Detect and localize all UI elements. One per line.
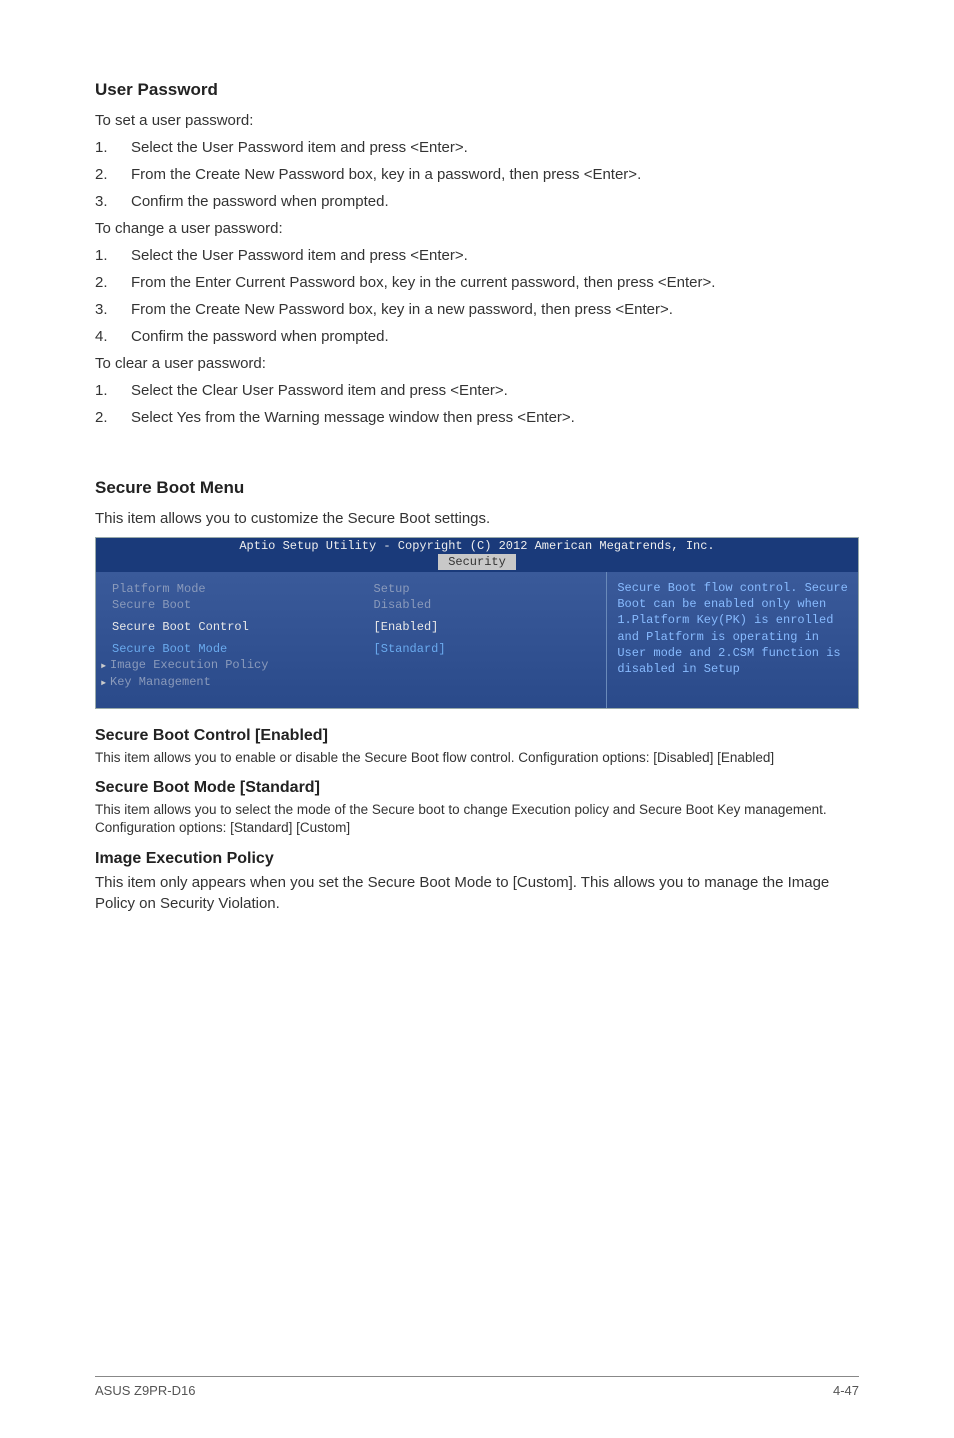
bios-help-pane: Secure Boot flow control. Secure Boot ca…: [606, 572, 858, 708]
submenu-arrow-icon: ▸: [100, 675, 110, 690]
bios-row-secure-boot-mode: Secure Boot Mode [Standard]: [112, 642, 596, 656]
image-execution-policy-desc: This item only appears when you set the …: [95, 872, 859, 914]
list-item: 1.Select the User Password item and pres…: [95, 137, 859, 158]
bios-header: Aptio Setup Utility - Copyright (C) 2012…: [96, 538, 858, 554]
image-execution-policy-heading: Image Execution Policy: [95, 850, 859, 868]
secure-boot-mode-heading: Secure Boot Mode [Standard]: [95, 779, 859, 797]
list-item: 2.From the Create New Password box, key …: [95, 164, 859, 185]
list-item: 1.Select the User Password item and pres…: [95, 245, 859, 266]
list-item: 2.From the Enter Current Password box, k…: [95, 272, 859, 293]
set-password-intro: To set a user password:: [95, 110, 859, 131]
change-password-intro: To change a user password:: [95, 218, 859, 239]
list-item: 2.Select Yes from the Warning message wi…: [95, 407, 859, 428]
list-item: 1.Select the Clear User Password item an…: [95, 380, 859, 401]
list-item: 3.From the Create New Password box, key …: [95, 299, 859, 320]
bios-row-secure-boot: Secure Boot Disabled: [112, 598, 596, 612]
bios-row-key-management: ▸ Key Management: [112, 675, 596, 690]
bios-left-pane: Platform Mode Setup Secure Boot Disabled…: [96, 572, 606, 708]
bios-body: Platform Mode Setup Secure Boot Disabled…: [96, 572, 858, 708]
secure-boot-mode-desc: This item allows you to select the mode …: [95, 801, 859, 837]
bios-screenshot: Aptio Setup Utility - Copyright (C) 2012…: [95, 537, 859, 709]
bios-row-platform-mode: Platform Mode Setup: [112, 582, 596, 596]
user-password-heading: User Password: [95, 80, 859, 100]
bios-tab-row: Security: [96, 554, 858, 572]
change-password-steps: 1.Select the User Password item and pres…: [95, 245, 859, 347]
list-item: 4.Confirm the password when prompted.: [95, 326, 859, 347]
list-item: 3.Confirm the password when prompted.: [95, 191, 859, 212]
submenu-arrow-icon: ▸: [100, 658, 110, 673]
footer-product: ASUS Z9PR-D16: [95, 1383, 195, 1398]
bios-row-secure-boot-control: Secure Boot Control [Enabled]: [112, 620, 596, 634]
clear-password-steps: 1.Select the Clear User Password item an…: [95, 380, 859, 428]
clear-password-intro: To clear a user password:: [95, 353, 859, 374]
bios-row-image-execution-policy: ▸ Image Execution Policy: [112, 658, 596, 673]
set-password-steps: 1.Select the User Password item and pres…: [95, 137, 859, 212]
page-footer: ASUS Z9PR-D16 4-47: [95, 1376, 859, 1398]
secure-boot-control-desc: This item allows you to enable or disabl…: [95, 749, 859, 767]
bios-tab-security: Security: [438, 554, 516, 570]
secure-boot-menu-intro: This item allows you to customize the Se…: [95, 508, 859, 529]
secure-boot-menu-heading: Secure Boot Menu: [95, 478, 859, 498]
secure-boot-control-heading: Secure Boot Control [Enabled]: [95, 727, 859, 745]
footer-page-number: 4-47: [833, 1383, 859, 1398]
